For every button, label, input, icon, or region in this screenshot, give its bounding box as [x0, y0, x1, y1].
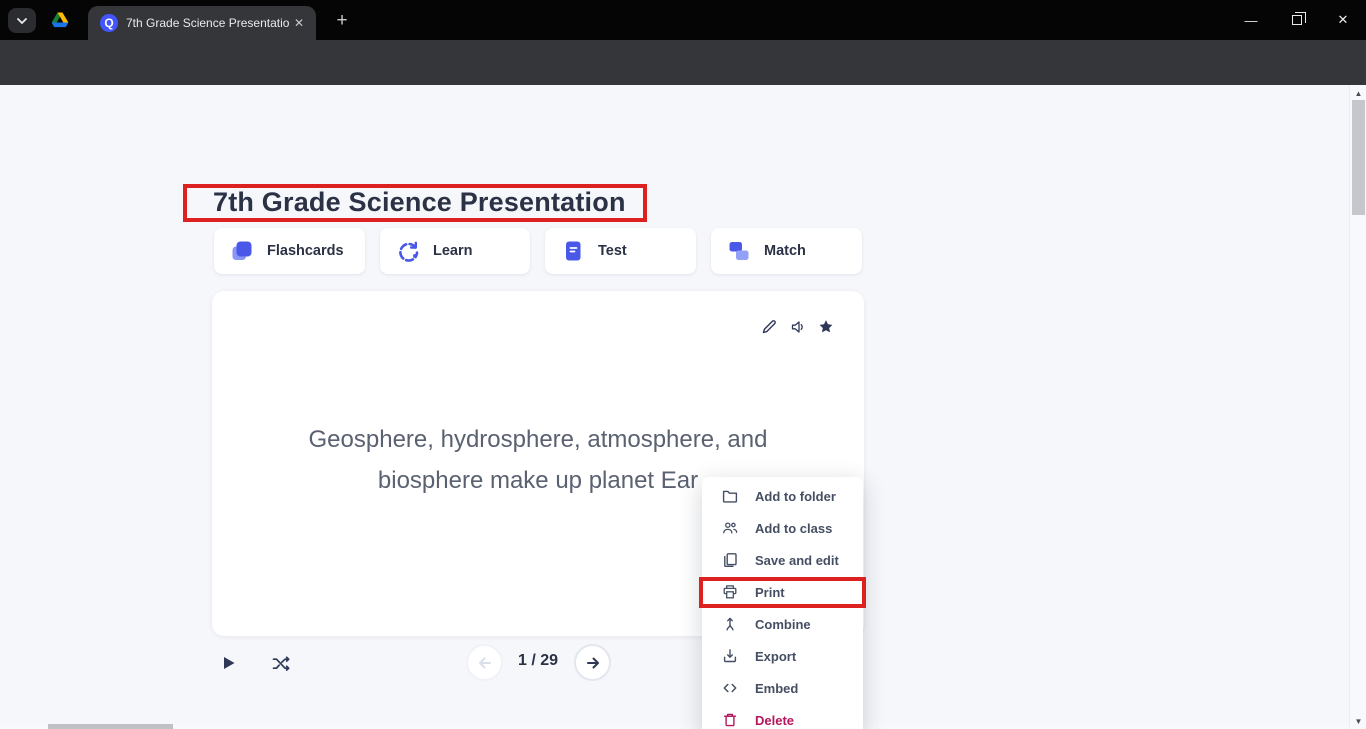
mode-match-button[interactable]: Match [711, 228, 862, 274]
copy-icon [722, 552, 738, 568]
audio-button[interactable] [789, 318, 807, 336]
horizontal-scrollbar-thumb[interactable] [48, 724, 173, 729]
menu-item-embed[interactable]: Embed [702, 672, 863, 704]
mode-test-button[interactable]: Test [545, 228, 696, 274]
restore-button[interactable] [1274, 0, 1320, 40]
folder-icon [722, 488, 738, 504]
google-drive-icon [50, 10, 70, 30]
restore-icon [1292, 15, 1302, 25]
tab-search-button[interactable] [8, 8, 36, 33]
minimize-button[interactable]: — [1228, 0, 1274, 40]
new-tab-button[interactable]: + [330, 9, 354, 33]
learn-icon [396, 239, 420, 263]
chevron-down-icon [16, 17, 28, 25]
browser-window: Q 7th Grade Science Presentation ✕ + — ✕ [0, 0, 1366, 729]
trash-icon [722, 712, 738, 728]
edit-card-button[interactable] [760, 318, 778, 336]
menu-item-label: Delete [755, 713, 794, 728]
flashcards-icon [230, 239, 254, 263]
combine-icon [722, 616, 738, 632]
tab-close-icon[interactable]: ✕ [290, 14, 308, 32]
scrollbar-thumb[interactable] [1352, 100, 1365, 215]
browser-tab[interactable]: Q 7th Grade Science Presentation ✕ [88, 6, 316, 40]
menu-item-label: Export [755, 649, 796, 664]
menu-item-label: Add to folder [755, 489, 836, 504]
scroll-up-icon[interactable]: ▲ [1350, 87, 1366, 99]
test-icon [561, 239, 585, 263]
vertical-scrollbar[interactable]: ▲ ▼ [1349, 85, 1366, 729]
code-icon [722, 680, 738, 696]
play-icon [221, 655, 237, 671]
mode-flashcards-button[interactable]: Flashcards [214, 228, 365, 274]
quizlet-favicon-icon: Q [100, 14, 118, 32]
export-icon [722, 648, 738, 664]
arrow-right-icon [583, 653, 603, 673]
tab-title: 7th Grade Science Presentation [126, 16, 290, 30]
scroll-down-icon[interactable]: ▼ [1350, 715, 1366, 727]
mode-label: Match [764, 243, 806, 259]
menu-item-combine[interactable]: Combine [702, 608, 863, 640]
mode-label: Flashcards [267, 243, 344, 259]
print-annotation-box [699, 577, 866, 608]
card-counter: 1 / 29 [488, 652, 588, 670]
star-card-button[interactable] [817, 318, 835, 336]
window-controls: — ✕ [1228, 0, 1366, 40]
pinned-tab-drive[interactable] [50, 10, 70, 30]
menu-item-label: Embed [755, 681, 798, 696]
title-annotation-box [183, 184, 647, 222]
browser-tab-bar: Q 7th Grade Science Presentation ✕ + — ✕ [0, 0, 1366, 40]
pencil-icon [761, 319, 777, 335]
mode-label: Learn [433, 243, 473, 259]
menu-item-save-and-edit[interactable]: Save and edit [702, 544, 863, 576]
menu-item-add-to-class[interactable]: Add to class [702, 512, 863, 544]
term-line-1: Geosphere, hydrosphere, atmosphere, and [252, 419, 824, 460]
horizontal-scrollbar[interactable] [0, 723, 1349, 729]
match-icon [727, 239, 751, 263]
star-filled-icon [818, 319, 834, 335]
menu-item-delete[interactable]: Delete [702, 704, 863, 729]
people-icon [722, 520, 738, 536]
shuffle-icon [272, 655, 291, 673]
next-card-button[interactable] [574, 644, 611, 681]
close-button[interactable]: ✕ [1320, 0, 1366, 40]
menu-item-add-to-folder[interactable]: Add to folder [702, 480, 863, 512]
play-button[interactable] [218, 652, 240, 674]
speaker-icon [790, 319, 806, 335]
menu-item-label: Add to class [755, 521, 832, 536]
mode-learn-button[interactable]: Learn [380, 228, 530, 274]
menu-item-label: Combine [755, 617, 811, 632]
menu-item-export[interactable]: Export [702, 640, 863, 672]
quizlet-page: 7th Grade Science Presentation Flashcard… [0, 85, 1349, 729]
mode-label: Test [598, 243, 627, 259]
shuffle-button[interactable] [270, 653, 292, 675]
browser-toolbar: quizlet.com/923435932/7th-grade-science-… [0, 40, 1366, 85]
menu-item-label: Save and edit [755, 553, 839, 568]
